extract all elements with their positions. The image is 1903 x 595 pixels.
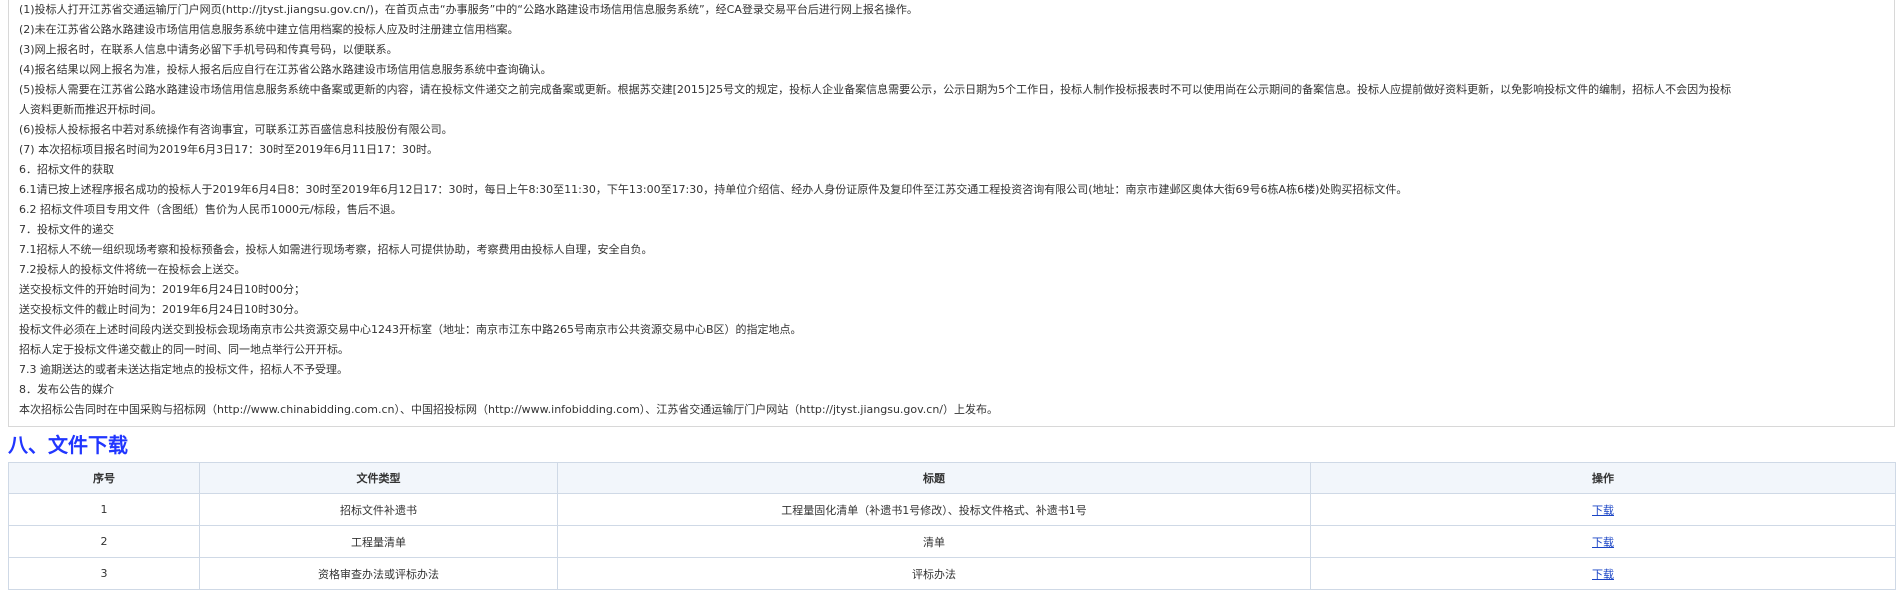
- cell-no: 2: [8, 525, 200, 558]
- notice-line: 7.2投标人的投标文件将统一在投标会上送交。: [19, 263, 246, 276]
- cell-title: 清单: [557, 525, 1311, 558]
- table-row: 2 工程量清单 清单 下载: [8, 525, 1896, 558]
- notice-line: 6．招标文件的获取: [19, 163, 114, 176]
- notice-line: 7.1招标人不统一组织现场考察和投标预备会，投标人如需进行现场考察，招标人可提供…: [19, 243, 653, 256]
- header-action: 操作: [1310, 462, 1896, 494]
- cell-title: 评标办法: [557, 557, 1311, 590]
- download-link[interactable]: 下载: [1592, 504, 1614, 517]
- notice-line: 7.3 逾期送达的或者未送达指定地点的投标文件，招标人不予受理。: [19, 363, 348, 376]
- notice-line: 本次招标公告同时在中国采购与招标网（http://www.chinabiddin…: [19, 403, 999, 416]
- notice-line: (7) 本次招标项目报名时间为2019年6月3日17：30时至2019年6月11…: [19, 143, 439, 156]
- notice-line: 送交投标文件的截止时间为：2019年6月24日10时30分。: [19, 303, 305, 316]
- table-row: 1 招标文件补遗书 工程量固化清单（补遗书1号修改）、投标文件格式、补遗书1号 …: [8, 493, 1896, 526]
- notice-line: 8．发布公告的媒介: [19, 383, 114, 396]
- notice-line: (4)报名结果以网上报名为准，投标人报名后应自行在江苏省公路水路建设市场信用信息…: [19, 63, 552, 76]
- notice-line: (1)投标人打开江苏省交通运输厅门户网页(http://jtyst.jiangs…: [19, 3, 918, 16]
- table-row: 3 资格审查办法或评标办法 评标办法 下载: [8, 557, 1896, 590]
- cell-type: 资格审查办法或评标办法: [199, 557, 558, 590]
- notice-line: (2)未在江苏省公路水路建设市场信用信息服务系统中建立信用档案的投标人应及时注册…: [19, 23, 519, 36]
- notice-line: 投标文件必须在上述时间段内送交到投标会现场南京市公共资源交易中心1243开标室（…: [19, 323, 802, 336]
- cell-action: 下载: [1310, 557, 1896, 590]
- notice-line: 6.2 招标文件项目专用文件（含图纸）售价为人民币1000元/标段，售后不退。: [19, 203, 402, 216]
- download-link[interactable]: 下载: [1592, 568, 1614, 581]
- download-link[interactable]: 下载: [1592, 536, 1614, 549]
- notice-body: (1)投标人打开江苏省交通运输厅门户网页(http://jtyst.jiangs…: [8, 0, 1895, 427]
- section-title: 八、文件下载: [8, 433, 128, 457]
- notice-line: (3)网上报名时，在联系人信息中请务必留下手机号码和传真号码，以便联系。: [19, 43, 398, 56]
- notice-line: (5)投标人需要在江苏省公路水路建设市场信用信息服务系统中备案或更新的内容，请在…: [19, 83, 1732, 96]
- header-type: 文件类型: [199, 462, 558, 494]
- notice-line: 招标人定于投标文件递交截止的同一时间、同一地点举行公开开标。: [19, 343, 349, 356]
- cell-type: 招标文件补遗书: [199, 493, 558, 526]
- notice-line: 6.1请已按上述程序报名成功的投标人于2019年6月4日8：30时至2019年6…: [19, 183, 1408, 196]
- download-table: 序号 文件类型 标题 操作 1 招标文件补遗书 工程量固化清单（补遗书1号修改）…: [8, 462, 1896, 590]
- notice-line: 送交投标文件的开始时间为：2019年6月24日10时00分；: [19, 283, 305, 296]
- notice-line: (6)投标人投标报名中若对系统操作有咨询事宜，可联系江苏百盛信息科技股份有限公司…: [19, 123, 453, 136]
- header-title: 标题: [557, 462, 1311, 494]
- notice-line: 人资料更新而推迟开标时间。: [19, 103, 162, 116]
- notice-line: 7．投标文件的递交: [19, 223, 114, 236]
- cell-title: 工程量固化清单（补遗书1号修改）、投标文件格式、补遗书1号: [557, 493, 1311, 526]
- cell-action: 下载: [1310, 525, 1896, 558]
- cell-no: 3: [8, 557, 200, 590]
- cell-type: 工程量清单: [199, 525, 558, 558]
- table-header-row: 序号 文件类型 标题 操作: [8, 462, 1896, 494]
- header-no: 序号: [8, 462, 200, 494]
- cell-no: 1: [8, 493, 200, 526]
- cell-action: 下载: [1310, 493, 1896, 526]
